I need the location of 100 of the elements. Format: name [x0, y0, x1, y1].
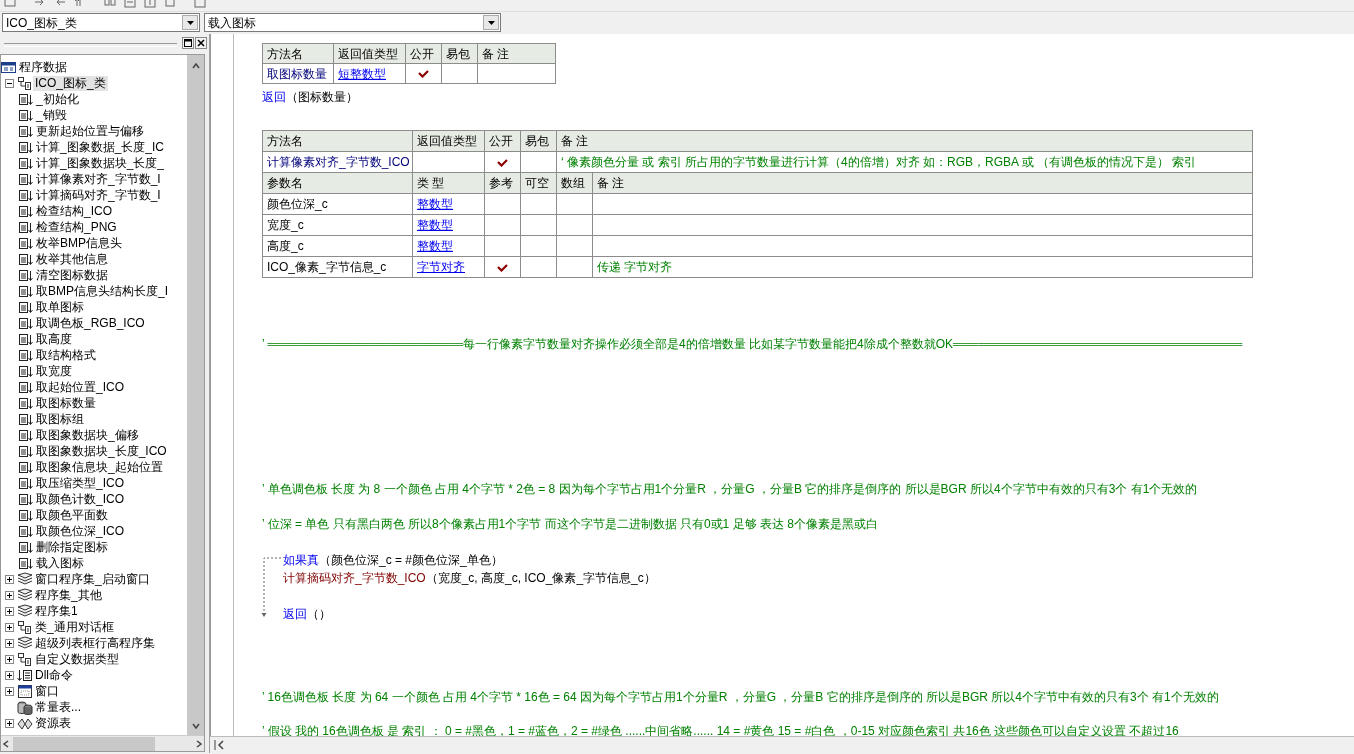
code-comment: ’ 假设 我的 16色调色板 是 索引 ： 0 = #黑色，1 = #蓝色，2 = #绿色 ......中间省略...... 14 = #黄色 15 = #白色 ，0-15 对应颜色索引 共16色 这些颜色可以自定义设置 不超过16	[262, 723, 1180, 737]
table-cell: ICO_像素_字节信息_c	[262, 256, 413, 278]
expand-toggle[interactable]	[4, 686, 14, 696]
code-keyword[interactable]: 如果真	[283, 552, 319, 568]
tree-item[interactable]: 取结构格式	[34, 347, 98, 363]
tree-item[interactable]: 取颜色平面数	[34, 507, 110, 523]
table-cell: 整数型	[412, 235, 485, 257]
tree-item[interactable]: 取图象信息块_起始位置	[34, 459, 165, 475]
document-arrow-icon	[18, 107, 34, 123]
document-arrow-icon	[18, 283, 34, 299]
tree-item[interactable]: 计算像素对齐_字节数_I	[34, 171, 163, 187]
expand-toggle[interactable]	[4, 718, 14, 728]
expand-toggle[interactable]	[4, 670, 14, 680]
box-icon[interactable]	[104, 0, 116, 9]
document-arrow-icon	[18, 507, 34, 523]
tree-item[interactable]: 取颜色计数_ICO	[34, 491, 126, 507]
tree-item[interactable]: 计算_图象数据块_长度_	[34, 155, 167, 171]
document-arrow-icon	[18, 155, 34, 171]
code-keyword[interactable]: 返回	[283, 606, 307, 622]
tree-item[interactable]: 枚举其他信息	[34, 251, 110, 267]
table-cell: 颜色位深_c	[262, 193, 413, 215]
table-header: 易包	[520, 130, 557, 152]
tree-item[interactable]: _初始化	[34, 91, 81, 107]
cylinders-icon	[17, 699, 33, 715]
tree-item[interactable]: 窗口	[33, 683, 61, 699]
maximize-button[interactable]	[182, 37, 194, 49]
tree-item[interactable]: 取起始位置_ICO	[34, 379, 126, 395]
table-cell: 字节对齐	[412, 256, 485, 278]
tree-item[interactable]: 取图象数据块_偏移	[34, 427, 141, 443]
tree-item[interactable]: 取图标数量	[34, 395, 98, 411]
tree-item[interactable]: 检查结构_PNG	[34, 219, 119, 235]
tree-item[interactable]: 超级列表框行高程序集	[33, 635, 157, 651]
horizontal-scrollbar[interactable]	[210, 736, 1354, 753]
document-arrow-icon	[18, 203, 34, 219]
tree-item[interactable]: 清空图标数据	[34, 267, 110, 283]
tree-item[interactable]: 资源表	[33, 715, 73, 731]
tree-item[interactable]: 取图象数据块_长度_ICO	[34, 443, 169, 459]
tree-item[interactable]: 载入图标	[34, 555, 86, 571]
code-comment: ’ ═══════════════════════每一行像素字节数量对齐操作必须全部是4的倍增数量 比如某字节数量能把4除成个整数就OK══════════════════════════════════	[262, 336, 1244, 352]
document-arrow-icon	[18, 443, 34, 459]
expand-toggle[interactable]	[4, 574, 14, 584]
dropdown[interactable]: 载入图标	[204, 13, 501, 32]
tree-item[interactable]: 取单图标	[34, 299, 86, 315]
tree-item[interactable]: 取BMP信息头结构长度_I	[34, 283, 170, 299]
code-comment: ’ 单色调色板 长度 为 8 一个颜色 占用 4个字节 * 2色 = 8 因为每个字节占用1个分量R ，分量G ，分量B 它的排序是倒序的 所以是BGR 所以4个字节中有效的只有3个 有1个无效的	[262, 481, 1199, 497]
expand-toggle[interactable]	[4, 622, 14, 632]
document-arrow-icon	[18, 347, 34, 363]
collapse-toggle[interactable]	[4, 78, 14, 88]
code-keyword[interactable]: 返回	[262, 89, 286, 105]
tree-item[interactable]: 检查结构_ICO	[34, 203, 114, 219]
layers-icon	[17, 603, 33, 619]
document-arrow-icon	[18, 379, 34, 395]
tree-item[interactable]: ICO_图标_类	[33, 75, 108, 91]
code-text: （）	[307, 606, 331, 622]
scrollbar[interactable]	[187, 55, 204, 735]
tree-item[interactable]: 取高度	[34, 331, 74, 347]
scroll-down-icon[interactable]	[190, 721, 201, 731]
tree-item[interactable]: 程序集_其他	[33, 587, 104, 603]
expand-toggle[interactable]	[4, 638, 14, 648]
tree-item[interactable]: 计算摘码对齐_字节数_I	[34, 187, 163, 203]
tree-item[interactable]: Dll命令	[33, 667, 75, 683]
close-button[interactable]	[195, 37, 207, 49]
check-icon	[497, 158, 508, 167]
tree-item[interactable]: 程序集1	[33, 603, 80, 619]
scroll-up-icon[interactable]	[190, 61, 201, 71]
expand-toggle[interactable]	[4, 590, 14, 600]
tree-item[interactable]: 常量表...	[33, 699, 83, 715]
table-header: 返回值类型	[412, 130, 485, 152]
document-arrow-icon	[18, 267, 34, 283]
function-call[interactable]: 计算摘码对齐_字节数_ICO	[283, 570, 426, 586]
tree-item[interactable]: 计算_图象数据_长度_IC	[34, 139, 167, 155]
document-arrow-icon	[18, 331, 34, 347]
tree-item[interactable]: 取压缩类型_ICO	[34, 475, 126, 491]
document-arrow-icon	[18, 555, 34, 571]
document-arrow-icon	[18, 475, 34, 491]
tree-item[interactable]: 窗口程序集_启动窗口	[33, 571, 152, 587]
code-text: （颜色位深_c = #颜色位深_单色）	[319, 552, 503, 568]
horizontal-scrollbar[interactable]	[1, 735, 204, 751]
tree-item[interactable]: _销毁	[34, 107, 69, 123]
table-cell: 整数型	[412, 214, 485, 236]
tree-item[interactable]: 自定义数据类型	[33, 651, 121, 667]
check-icon	[497, 263, 508, 272]
document-arrow-icon	[18, 219, 34, 235]
class-icon	[17, 651, 33, 667]
table-header: 方法名	[262, 130, 413, 152]
dropdown[interactable]: ICO_图标_类	[2, 13, 200, 32]
tree-item[interactable]: 取宽度	[34, 363, 74, 379]
layers-icon	[17, 571, 33, 587]
expand-toggle[interactable]	[4, 654, 14, 664]
tree-item[interactable]: 枚举BMP信息头	[34, 235, 124, 251]
expand-toggle[interactable]	[4, 606, 14, 616]
tree-item[interactable]: 程序数据	[17, 59, 69, 75]
table-cell: 高度_c	[262, 235, 413, 257]
tree-item[interactable]: 更新起始位置与偏移	[34, 123, 146, 139]
tree-item[interactable]: 删除指定图标	[34, 539, 110, 555]
tree-item[interactable]: 类_通用对话框	[33, 619, 116, 635]
tree-item[interactable]: 取调色板_RGB_ICO	[34, 315, 147, 331]
tree-item[interactable]: 取图标组	[34, 411, 86, 427]
scroll-thumb[interactable]	[13, 736, 155, 751]
tree-item[interactable]: 取颜色位深_ICO	[34, 523, 126, 539]
